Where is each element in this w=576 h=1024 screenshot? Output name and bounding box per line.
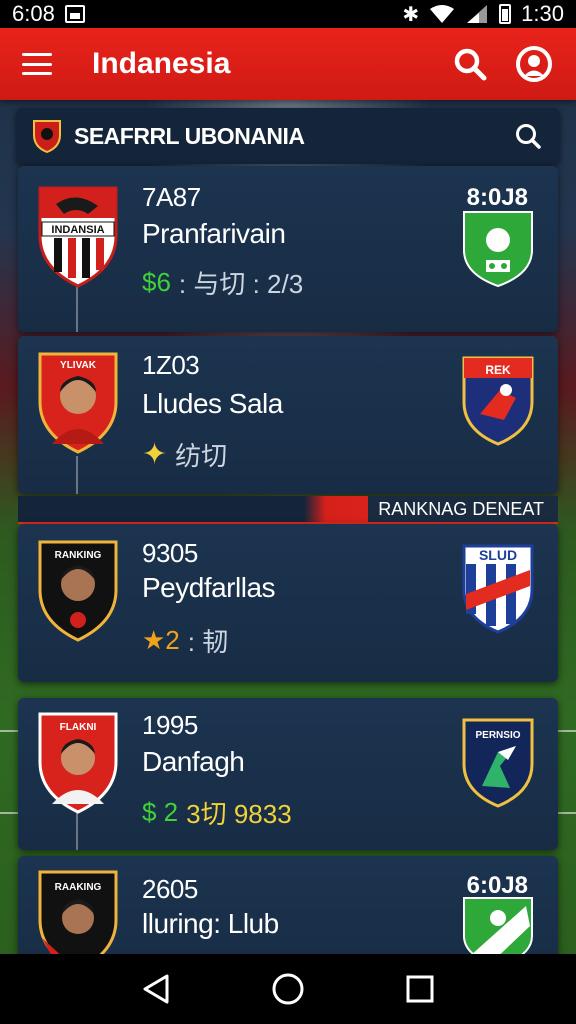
search-icon[interactable] [450, 44, 490, 84]
player-card[interactable]: RANKING 9305 Peydfarllas ★2 : 韧 SLUD [18, 524, 558, 682]
recents-icon[interactable] [398, 967, 442, 1011]
stat-a: $6 [142, 267, 171, 297]
ranking-banner: RANKNAG DENEAT [18, 496, 558, 524]
profile-icon[interactable] [514, 44, 554, 84]
player-name: lluring: Llub [142, 908, 279, 939]
indonesia-badge-icon: INDANSIA [38, 186, 118, 288]
badge-label: YLIVAK [60, 360, 97, 371]
badge-label: FLAKNI [60, 722, 97, 733]
search-icon[interactable] [512, 120, 544, 152]
player-number: 9305 [142, 538, 198, 568]
player-number: 1Z03 [142, 350, 200, 380]
image-icon [64, 5, 85, 23]
player-card[interactable]: FLAKNI 1995 Danfagh $ 2 3切 9833 PERNSIO [18, 698, 558, 850]
stat-b: : 与切 : 2/3 [178, 269, 304, 299]
player-portrait-badge-icon: FLAKNI [38, 712, 118, 814]
player-stats: ★2 : 韧 [142, 622, 228, 659]
wifi-icon [430, 5, 455, 23]
player-name: Lludes Sala [142, 388, 283, 419]
svg-text:REK: REK [485, 363, 511, 377]
status-bar: 6:08 ✱ 1:30 [0, 0, 576, 28]
stat-b: : 韧 [187, 627, 229, 657]
club-label: SLUD [479, 547, 517, 563]
player-card[interactable]: YLIVAK 1Z03 Lludes Sala ✦ 纺切 REK [18, 336, 558, 494]
player-number: 7A87 [142, 182, 201, 212]
stat-b: 纺切 [175, 441, 228, 471]
badge-label: RANKING [55, 550, 102, 561]
badge-label: INDANSIA [51, 224, 104, 236]
green-shield-icon [463, 211, 533, 288]
stat-b: 3切 9833 [186, 799, 292, 829]
status-time: 6:08 [12, 1, 55, 26]
app-bar: Indanesia [0, 28, 576, 100]
signal-icon [467, 5, 488, 23]
ranking-banner-label: RANKNAG DENEAT [378, 499, 544, 519]
menu-icon[interactable] [22, 53, 52, 75]
search-header-title: SEAFRRL UBONANIA [74, 122, 305, 149]
player-portrait-badge-icon: YLIVAK [38, 352, 118, 454]
player-stats: $ 2 3切 9833 [142, 794, 292, 831]
trophy-icon: ✦ [142, 438, 168, 471]
player-stats: ✦ 纺切 [142, 436, 227, 473]
striped-shield-icon: SLUD [462, 544, 534, 634]
navy-red-shield-icon: REK [462, 356, 534, 446]
player-name: Peydfarllas [142, 572, 276, 603]
player-number: 1995 [142, 710, 198, 740]
battery-icon [499, 4, 512, 24]
home-icon[interactable] [266, 967, 310, 1011]
match-time: 8:0J8 [466, 184, 528, 211]
stat-a: $ 2 [142, 797, 179, 827]
app-title: Indanesia [92, 47, 231, 80]
player-number: 2605 [142, 874, 198, 904]
player-stats: $6 : 与切 : 2/3 [142, 264, 303, 301]
navigation-bar [0, 954, 576, 1024]
stat-a: ★2 [142, 625, 180, 655]
crest-icon [33, 120, 61, 153]
player-card[interactable]: INDANSIA 7A87 Pranfarivain $6 : 与切 : 2/3… [18, 166, 558, 332]
player-name: Pranfarivain [142, 218, 286, 249]
club-label: PERNSIO [475, 730, 520, 741]
status-clock: 1:30 [521, 1, 564, 26]
badge-label: RAAKING [55, 882, 102, 893]
back-icon[interactable] [134, 967, 178, 1011]
player-portrait-badge-icon: RANKING [38, 540, 118, 642]
player-name: Danfagh [142, 746, 245, 777]
bluetooth-icon: ✱ [402, 3, 420, 26]
navy-shield-icon: PERNSIO [462, 718, 534, 808]
search-header: SEAFRRL UBONANIA [16, 108, 560, 164]
